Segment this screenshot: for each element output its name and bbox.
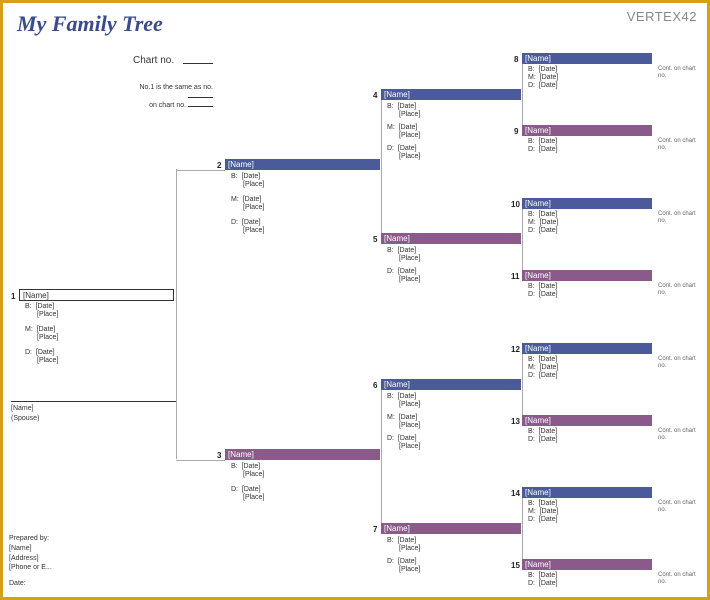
node-number-1: 1 <box>11 292 15 301</box>
node-7-name[interactable]: [Name] <box>381 523 521 534</box>
node-4-name[interactable]: [Name] <box>381 89 521 100</box>
node-4-details: B: [Date] [Place] M: [Date] [Place] D: [… <box>387 103 420 161</box>
node-number-7: 7 <box>373 525 377 534</box>
node-number-11: 11 <box>511 272 519 281</box>
spouse-label: (Spouse) <box>11 415 39 423</box>
connector-line <box>176 169 177 459</box>
node-13-details: B: [Date] D: [Date] <box>528 428 558 444</box>
node-11-cont: Cont. on chart no. <box>658 283 700 296</box>
node-8-cont: Cont. on chart no. <box>658 66 700 79</box>
vertex42-logo: VERTEX42 <box>627 9 697 24</box>
node-11-details: B: [Date] D: [Date] <box>528 283 558 299</box>
spouse-name: [Name] <box>11 405 34 413</box>
node-number-10: 10 <box>511 200 520 209</box>
node-number-13: 13 <box>511 417 520 426</box>
node-1-name[interactable]: [Name] <box>19 289 174 301</box>
node-number-12: 12 <box>511 345 520 354</box>
connector <box>381 388 382 533</box>
node-10-name[interactable]: [Name] <box>522 198 652 209</box>
node-number-8: 8 <box>514 55 518 64</box>
node-3-details: B: [Date] [Place] D: [Date] [Place] <box>231 463 264 502</box>
node-13-cont: Cont. on chart no. <box>658 428 700 441</box>
node-2-details: B: [Date] [Place] M: [Date] [Place] D: [… <box>231 173 264 235</box>
node-10-details: B: [Date] M: [Date] D: [Date] <box>528 211 558 235</box>
node-6-details: B: [Date] [Place] M: [Date] [Place] D: [… <box>387 393 420 451</box>
node-1-details: B: [Date] [Place] M: [Date] [Place] D: [… <box>25 303 58 365</box>
node-5-details: B: [Date] [Place] D: [Date] [Place] <box>387 247 420 284</box>
node-number-6: 6 <box>373 381 377 390</box>
connector <box>176 460 225 461</box>
spouse-line <box>11 401 176 402</box>
node-7-details: B: [Date] [Place] D: [Date] [Place] <box>387 537 420 574</box>
node-8-details: B: [Date] M: [Date] D: [Date] <box>528 66 558 90</box>
node-6-name[interactable]: [Name] <box>381 379 521 390</box>
node-14-name[interactable]: [Name] <box>522 487 652 498</box>
node-14-cont: Cont. on chart no. <box>658 500 700 513</box>
node-15-name[interactable]: [Name] <box>522 559 652 570</box>
node-15-details: B: [Date] D: [Date] <box>528 572 558 588</box>
node-3-name[interactable]: [Name] <box>225 449 380 460</box>
connector <box>176 170 225 171</box>
node-11-name[interactable]: [Name] <box>522 270 652 281</box>
node-number-15: 15 <box>511 561 520 570</box>
node-number-2: 2 <box>217 161 221 170</box>
node-number-3: 3 <box>217 451 221 460</box>
node-2-name[interactable]: [Name] <box>225 159 380 170</box>
prepared-by-block: Prepared by: [Name] [Address] [Phone or … <box>9 534 52 589</box>
node-number-9: 9 <box>514 127 518 136</box>
node-12-details: B: [Date] M: [Date] D: [Date] <box>528 356 558 380</box>
node-13-name[interactable]: [Name] <box>522 415 652 426</box>
node-9-name[interactable]: [Name] <box>522 125 652 136</box>
node-12-cont: Cont. on chart no. <box>658 356 700 369</box>
same-as-note: No.1 is the same as no. on chart no. <box>133 83 213 110</box>
node-12-name[interactable]: [Name] <box>522 343 652 354</box>
page-title: My Family Tree <box>17 11 163 37</box>
node-8-name[interactable]: [Name] <box>522 53 652 64</box>
node-9-details: B: [Date] D: [Date] <box>528 138 558 154</box>
node-9-cont: Cont. on chart no. <box>658 138 700 151</box>
node-5-name[interactable]: [Name] <box>381 233 521 244</box>
connector <box>381 98 382 243</box>
node-number-14: 14 <box>511 489 520 498</box>
node-10-cont: Cont. on chart no. <box>658 211 700 224</box>
node-15-cont: Cont. on chart no. <box>658 572 700 585</box>
node-number-4: 4 <box>373 91 377 100</box>
chart-no-label: Chart no. <box>133 55 174 66</box>
node-14-details: B: [Date] M: [Date] D: [Date] <box>528 500 558 524</box>
chart-no-blank[interactable] <box>183 63 213 64</box>
node-number-5: 5 <box>373 235 377 244</box>
